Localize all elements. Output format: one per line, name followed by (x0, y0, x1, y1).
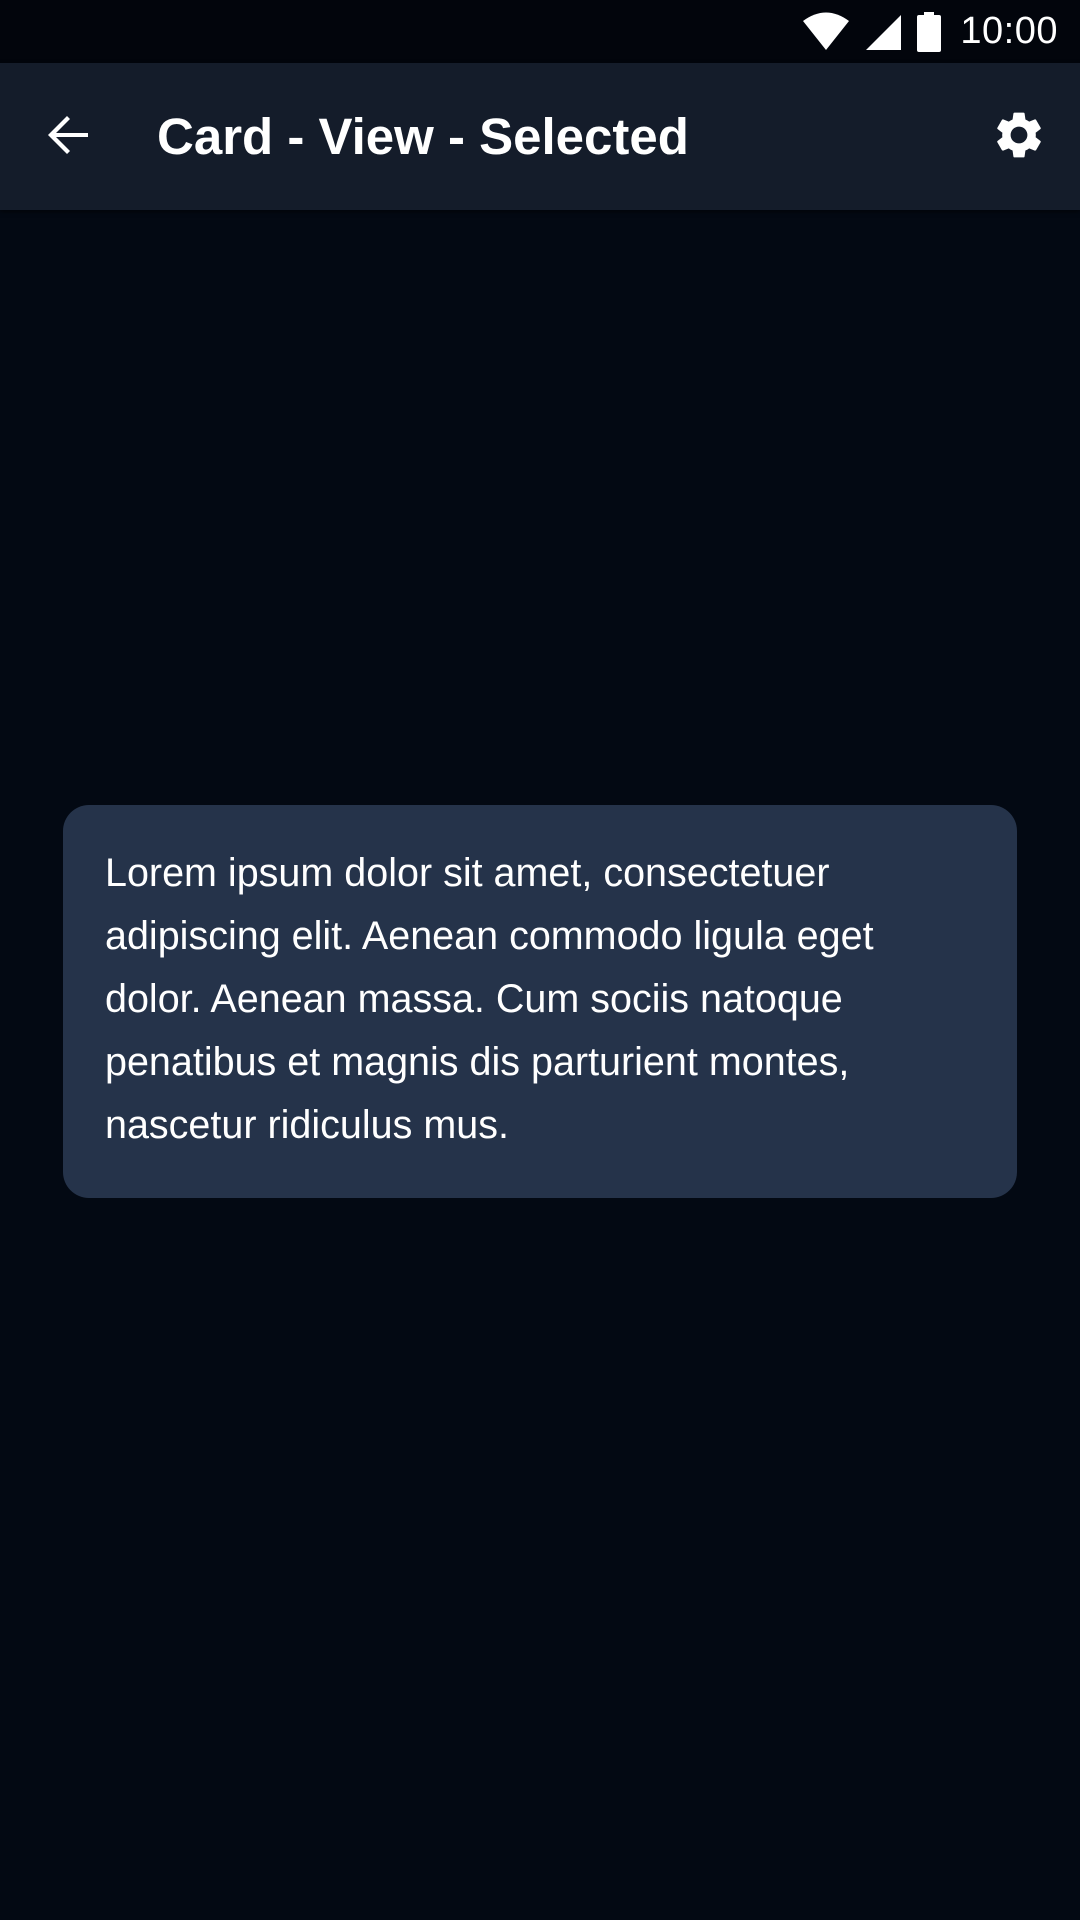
cellular-signal-icon (864, 13, 902, 51)
status-time: 10:00 (960, 10, 1058, 52)
screen: 10:00 Card - View - Selected Lorem ipsum… (0, 0, 1080, 1920)
gear-icon (991, 107, 1047, 168)
back-button[interactable] (34, 103, 102, 171)
status-icons: 10:00 (802, 0, 1058, 63)
selected-card[interactable]: Lorem ipsum dolor sit amet, consectetuer… (63, 805, 1017, 1198)
wifi-icon (802, 12, 850, 52)
settings-button[interactable] (984, 102, 1054, 172)
battery-icon (916, 11, 942, 52)
app-bar: Card - View - Selected (0, 63, 1080, 210)
arrow-back-icon (44, 111, 92, 164)
status-bar: 10:00 (0, 0, 1080, 63)
card-body-text: Lorem ipsum dolor sit amet, consectetuer… (105, 851, 874, 1147)
page-title: Card - View - Selected (157, 108, 689, 165)
